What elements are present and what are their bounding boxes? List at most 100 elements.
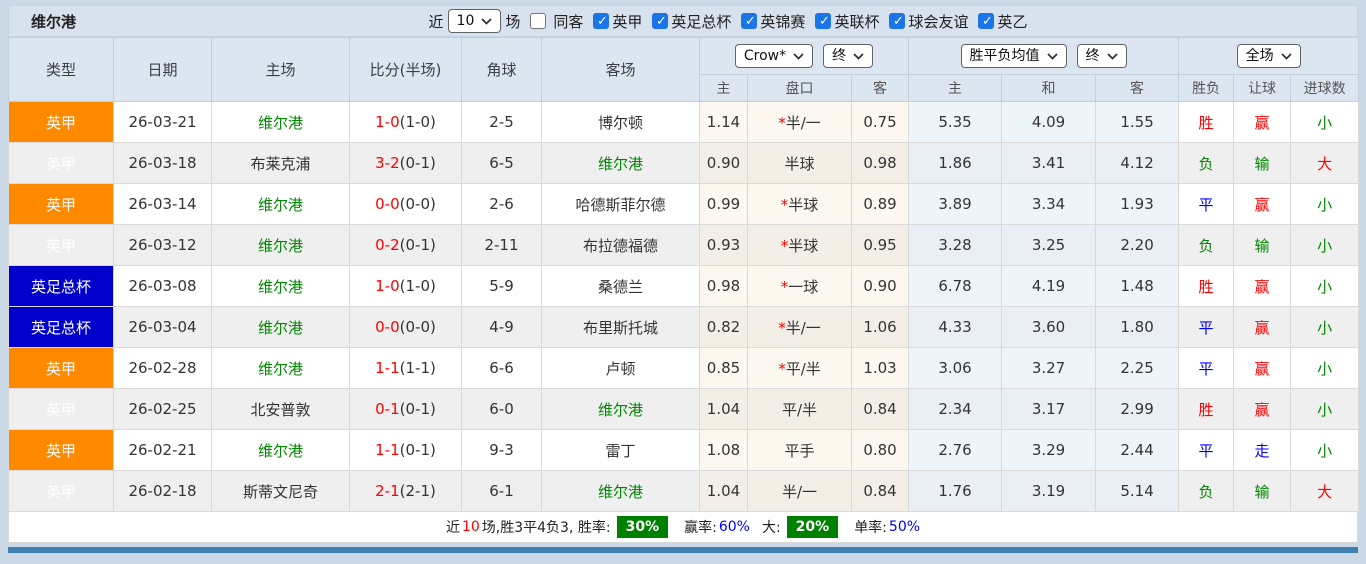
handicap-away-odds: 0.90 <box>850 265 910 307</box>
goals-result-cell: 小 <box>1290 306 1360 348</box>
result-cell: 平 <box>1178 306 1235 348</box>
handicap-result-cell: 输 <box>1233 224 1292 266</box>
home-team[interactable]: 维尔港 <box>211 265 350 307</box>
league-badge: 英甲 <box>8 388 114 430</box>
odds-time-select[interactable]: 终 <box>823 44 874 68</box>
col-header-score: 比分(半场) <box>349 37 462 102</box>
avg-home-odds: 3.06 <box>908 347 1003 389</box>
home-team[interactable]: 斯蒂文尼奇 <box>211 470 350 512</box>
home-team[interactable]: 北安普敦 <box>211 388 350 430</box>
away-team[interactable]: 布拉德福德 <box>541 224 700 266</box>
league-badge: 英甲 <box>8 101 114 143</box>
handicap-home-odds: 0.93 <box>699 224 748 266</box>
filter-controls: 近 10 场 同客 英甲 英足总杯 英锦赛 英联杯 <box>428 9 1027 33</box>
chevron-down-icon <box>1046 52 1058 60</box>
home-team[interactable]: 维尔港 <box>211 429 350 471</box>
league-filter-item: 球会友谊 <box>883 11 968 32</box>
away-team[interactable]: 卢顿 <box>541 347 700 389</box>
handicap-line: 平手 <box>747 429 852 471</box>
league-checkbox[interactable] <box>593 13 610 30</box>
table-row: 英甲 26-03-21 维尔港 1-0(1-0) 2-5 博尔顿 1.14 *半… <box>8 101 1360 143</box>
subcol-handicap-away: 客 <box>850 74 910 102</box>
avg-header-group: 胜平负均值 终 <box>908 37 1180 75</box>
handicap-home-odds: 1.04 <box>699 388 748 430</box>
match-date: 26-02-25 <box>113 388 212 430</box>
score-cell: 1-0(1-0) <box>349 265 462 307</box>
away-team[interactable]: 雷丁 <box>541 429 700 471</box>
avg-home-odds: 4.33 <box>908 306 1003 348</box>
big-rate-badge: 20% <box>786 516 839 538</box>
league-filter-item: 英锦赛 <box>735 11 805 32</box>
avg-time-select[interactable]: 终 <box>1076 44 1127 68</box>
league-filter-item: 英乙 <box>972 11 1027 32</box>
match-date: 26-03-18 <box>113 142 212 184</box>
recent-label: 近 <box>428 12 444 31</box>
league-checkbox[interactable] <box>889 13 906 30</box>
subcol-result: 胜负 <box>1178 74 1235 102</box>
away-team[interactable]: 维尔港 <box>541 470 700 512</box>
league-checkbox[interactable] <box>741 13 758 30</box>
away-team[interactable]: 哈德斯菲尔德 <box>541 183 700 225</box>
away-team[interactable]: 桑德兰 <box>541 265 700 307</box>
home-team[interactable]: 维尔港 <box>211 101 350 143</box>
avg-away-odds: 1.93 <box>1095 183 1180 225</box>
avg-draw-odds: 3.60 <box>1001 306 1097 348</box>
home-team[interactable]: 维尔港 <box>211 224 350 266</box>
score-cell: 1-1(0-1) <box>349 429 462 471</box>
handicap-result-cell: 走 <box>1233 429 1292 471</box>
home-team[interactable]: 维尔港 <box>211 183 350 225</box>
big-rate-label: 大: <box>761 520 781 536</box>
avg-type-select[interactable]: 胜平负均值 <box>960 44 1067 68</box>
score-cell: 3-2(0-1) <box>349 142 462 184</box>
handicap-home-odds: 1.14 <box>699 101 748 143</box>
col-header-type: 类型 <box>8 37 114 102</box>
handicap-result-cell: 赢 <box>1233 306 1292 348</box>
handicap-home-odds: 0.90 <box>699 142 748 184</box>
corner-score: 6-5 <box>461 142 542 184</box>
avg-home-odds: 1.76 <box>908 470 1003 512</box>
home-team[interactable]: 布莱克浦 <box>211 142 350 184</box>
corner-score: 9-3 <box>461 429 542 471</box>
league-checkbox[interactable] <box>815 13 832 30</box>
handicap-result-cell: 输 <box>1233 470 1292 512</box>
handicap-away-odds: 1.06 <box>850 306 910 348</box>
odds-company-select[interactable]: Crow* <box>734 44 814 68</box>
handicap-line: 半球 <box>747 142 852 184</box>
scope-select[interactable]: 全场 <box>1236 44 1301 68</box>
away-team[interactable]: 布里斯托城 <box>541 306 700 348</box>
handicap-away-odds: 0.89 <box>850 183 910 225</box>
score-cell: 2-1(2-1) <box>349 470 462 512</box>
same-away-checkbox[interactable] <box>530 13 547 29</box>
chevron-down-icon <box>1106 52 1118 60</box>
home-team[interactable]: 维尔港 <box>211 306 350 348</box>
away-team[interactable]: 维尔港 <box>541 388 700 430</box>
handicap-line: *平/半 <box>747 347 852 389</box>
page-title: 维尔港 <box>31 12 77 31</box>
result-cell: 平 <box>1178 429 1235 471</box>
avg-away-odds: 2.44 <box>1095 429 1180 471</box>
match-date: 26-03-08 <box>113 265 212 307</box>
away-team[interactable]: 维尔港 <box>541 142 700 184</box>
league-filter-item: 英足总杯 <box>646 11 731 32</box>
col-header-corner: 角球 <box>461 37 542 102</box>
league-filter-item: 英甲 <box>587 11 642 32</box>
handicap-result-cell: 赢 <box>1233 183 1292 225</box>
handicap-away-odds: 0.80 <box>850 429 910 471</box>
league-checkbox[interactable] <box>652 13 669 30</box>
chevron-down-icon <box>793 52 804 60</box>
league-badge: 英甲 <box>8 470 114 512</box>
subcol-avg-home: 主 <box>908 74 1003 102</box>
home-team[interactable]: 维尔港 <box>211 347 350 389</box>
recent-count-select[interactable]: 10 <box>447 9 502 33</box>
match-date: 26-03-04 <box>113 306 212 348</box>
score-cell: 0-2(0-1) <box>349 224 462 266</box>
handicap-result-cell: 赢 <box>1233 101 1292 143</box>
avg-draw-odds: 3.19 <box>1001 470 1097 512</box>
subcol-handicap-result: 让球 <box>1233 74 1292 102</box>
league-label: 英足总杯 <box>671 12 732 31</box>
handicap-result-cell: 赢 <box>1233 347 1292 389</box>
away-team[interactable]: 博尔顿 <box>541 101 700 143</box>
league-checkbox[interactable] <box>978 13 995 30</box>
table-row: 英足总杯 26-03-04 维尔港 0-0(0-0) 4-9 布里斯托城 0.8… <box>8 306 1360 348</box>
league-badge: 英甲 <box>8 224 114 266</box>
